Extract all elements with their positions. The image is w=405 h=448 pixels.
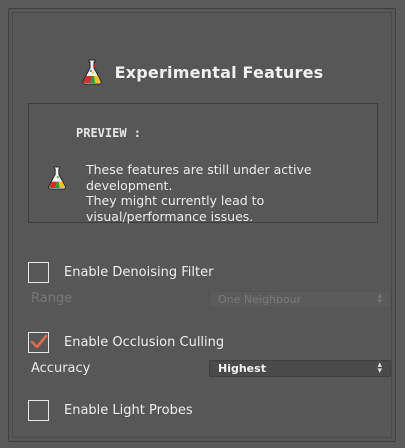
range-label: Range xyxy=(31,291,73,306)
light-probes-checkbox[interactable] xyxy=(28,399,49,421)
preview-notice-box: PREVIEW : These features are still under… xyxy=(28,103,378,224)
light-probes-row: Enable Light Probes xyxy=(28,399,193,421)
preview-line: These features are still under active xyxy=(86,162,312,177)
occlusion-culling-label[interactable]: Enable Occlusion Culling xyxy=(64,335,224,350)
dropdown-arrows-icon: ▴ ▾ xyxy=(377,360,382,376)
preview-line: development. xyxy=(86,177,173,193)
preview-line: They might currently lead to xyxy=(86,193,265,208)
accuracy-label: Accuracy xyxy=(31,361,91,376)
denoising-filter-label[interactable]: Enable Denoising Filter xyxy=(64,265,213,280)
preview-line: visual/performance issues. xyxy=(86,208,254,224)
panel-title: Experimental Features xyxy=(114,62,324,82)
range-dropdown[interactable]: One Neighbour ▴ ▾ xyxy=(209,291,391,308)
accuracy-dropdown[interactable]: Highest ▴ ▾ xyxy=(209,360,391,377)
preview-message: These features are still under active de… xyxy=(86,162,366,224)
accuracy-value: Highest xyxy=(218,362,266,375)
denoising-filter-checkbox[interactable] xyxy=(28,261,49,283)
light-probes-label[interactable]: Enable Light Probes xyxy=(64,403,193,418)
flask-icon xyxy=(47,166,67,190)
panel-header: Experimental Features xyxy=(9,57,395,87)
occlusion-culling-checkbox[interactable] xyxy=(28,331,49,353)
experimental-features-panel: Experimental Features PREVIEW : These fe… xyxy=(8,8,396,442)
occlusion-culling-row: Enable Occlusion Culling xyxy=(28,331,224,353)
range-value: One Neighbour xyxy=(218,293,302,306)
dropdown-arrows-icon: ▴ ▾ xyxy=(377,291,382,307)
checkmark-icon xyxy=(30,334,47,349)
preview-title: PREVIEW : xyxy=(76,126,142,140)
denoising-filter-row: Enable Denoising Filter xyxy=(28,261,213,283)
flask-icon xyxy=(81,59,103,85)
